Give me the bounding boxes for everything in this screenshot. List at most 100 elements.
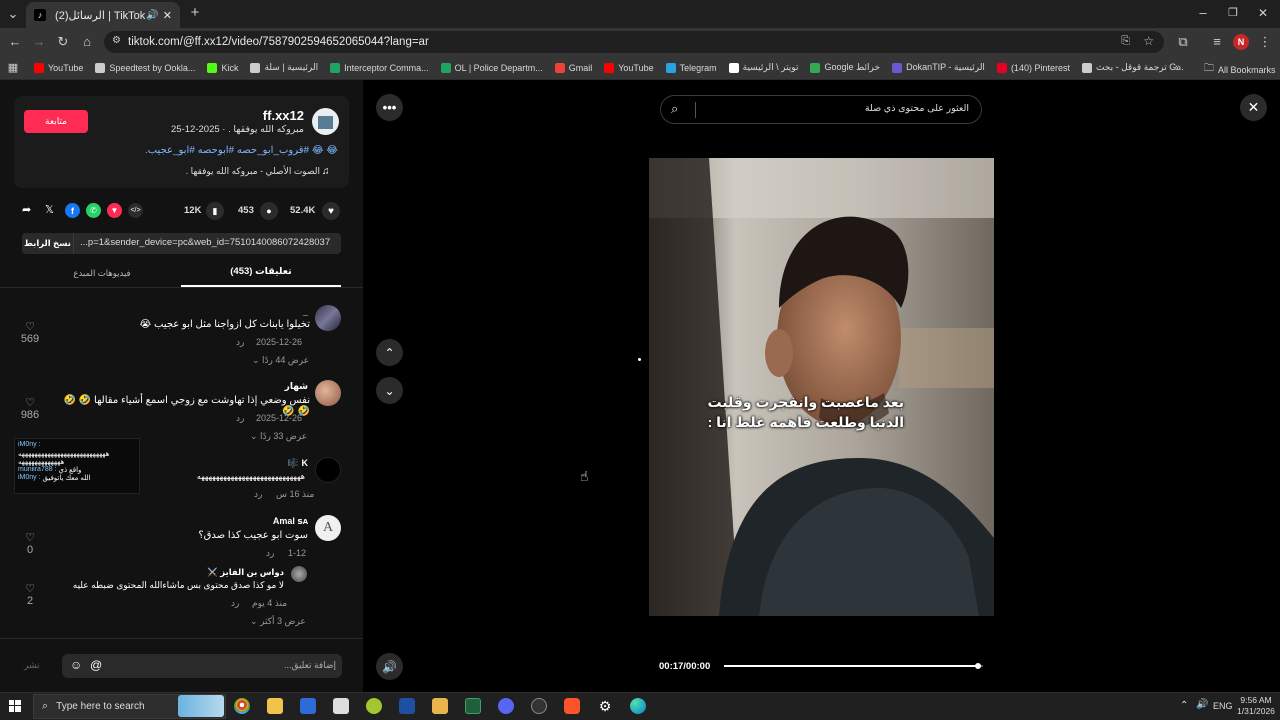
edge-icon[interactable]: [630, 698, 646, 714]
bookmark-item[interactable]: DokanTIP - الرئيسية: [892, 62, 985, 73]
emoji-icon[interactable]: ☺: [70, 658, 82, 672]
post-comment-button[interactable]: نشر: [24, 660, 40, 671]
comment-like[interactable]: ♡ 2: [15, 582, 45, 607]
bookmark-item[interactable]: ترجمة قوقل - بحث G...: [1081, 62, 1184, 73]
post-hashtags[interactable]: 😂 😂 #قروب_ابو_حصه #ابوحصه #ابو_عجيب.: [100, 145, 338, 156]
chrome-taskbar-icon[interactable]: [234, 698, 250, 714]
reply-button[interactable]: رد: [236, 413, 244, 424]
whatsapp-icon[interactable]: ✆: [86, 203, 101, 218]
reply-button[interactable]: رد: [231, 598, 239, 609]
bookmark-item[interactable]: الرئيسية | سلة: [250, 62, 318, 73]
bookmark-item[interactable]: Gmail: [554, 62, 592, 73]
media-control-icon[interactable]: ≡: [1210, 35, 1224, 49]
related-search-input[interactable]: العثور على محتوى ذي صلة: [709, 103, 969, 114]
volume-tray-icon[interactable]: 🔊: [1196, 699, 1208, 710]
next-video-icon[interactable]: ⌄: [376, 377, 403, 404]
bookmark-item[interactable]: (140) Pinterest: [996, 62, 1070, 73]
bookmark-item[interactable]: Interceptor Comma...: [330, 62, 429, 73]
progress-knob[interactable]: [974, 663, 981, 669]
tab-creator-videos[interactable]: فيديوهات المبدع: [22, 268, 182, 279]
commenter-name[interactable]: Amal ꜱᴀ: [220, 516, 308, 527]
share-arrow-icon[interactable]: ➦: [22, 203, 31, 216]
author-avatar[interactable]: [312, 108, 339, 135]
reload-icon[interactable]: ↻: [56, 35, 70, 49]
windows-start-icon[interactable]: [9, 700, 21, 712]
close-video-icon[interactable]: ✕: [1240, 94, 1267, 121]
comment-like[interactable]: ♡ 0: [15, 531, 45, 556]
related-search-box[interactable]: ⌕ العثور على محتوى ذي صلة: [660, 95, 982, 124]
comment-input-box[interactable]: ☺ @ إضافة تعليق...: [62, 654, 342, 678]
commenter-avatar[interactable]: A: [315, 515, 341, 541]
commenter-name[interactable]: شهار: [200, 381, 308, 392]
author-username[interactable]: ff.xx12: [180, 108, 304, 123]
comment-input[interactable]: إضافة تعليق...: [136, 660, 336, 671]
restore-icon[interactable]: ❐: [1226, 6, 1240, 20]
apps-grid-icon[interactable]: ▦: [6, 61, 20, 75]
tab-search-icon[interactable]: ⌄: [6, 7, 20, 21]
minimize-icon[interactable]: –: [1196, 6, 1210, 20]
bookmark-item[interactable]: YouTube: [34, 62, 83, 73]
commenter-name[interactable]: _: [200, 307, 308, 317]
bookmark-icon[interactable]: ▮: [206, 202, 224, 220]
commenter-avatar[interactable]: [291, 566, 307, 582]
home-icon[interactable]: ⌂: [80, 35, 94, 49]
more-options-icon[interactable]: •••: [376, 94, 403, 121]
search-icon[interactable]: ⌕: [671, 101, 678, 117]
discord-icon[interactable]: [498, 698, 514, 714]
volume-icon[interactable]: 🔊: [376, 653, 403, 680]
reply-button[interactable]: رد: [266, 548, 274, 559]
follow-button[interactable]: متابعة: [24, 110, 88, 133]
post-sound[interactable]: الصوت الأصلي - مبروكه الله يوفقها .: [120, 166, 320, 177]
commenter-avatar[interactable]: [315, 305, 341, 331]
zebra-search-highlight-icon[interactable]: [178, 695, 224, 717]
app-blue-icon[interactable]: [399, 698, 415, 714]
comment-like[interactable]: ♡ 986: [15, 396, 45, 421]
bookmark-item[interactable]: OL | Police Departm...: [440, 62, 543, 73]
forward-icon[interactable]: →: [32, 35, 46, 49]
bookmark-star-icon[interactable]: ☆: [1143, 34, 1154, 48]
address-bar[interactable]: ⚙ tiktok.com/@ff.xx12/video/758790259465…: [104, 31, 1164, 53]
copy-link-button[interactable]: نسخ الرابط: [22, 233, 74, 254]
commenter-avatar[interactable]: [315, 457, 341, 483]
install-app-icon[interactable]: ⎘: [1121, 35, 1130, 48]
extensions-icon[interactable]: ⧉: [1176, 35, 1190, 49]
bookmarks-overflow-icon[interactable]: »: [1172, 61, 1184, 75]
store-icon[interactable]: [300, 698, 316, 714]
site-info-icon[interactable]: ⚙: [112, 35, 121, 46]
bookmark-item[interactable]: Telegram: [665, 62, 717, 73]
obs-icon[interactable]: [531, 698, 547, 714]
reply-button[interactable]: رد: [254, 489, 262, 500]
chrome-menu-icon[interactable]: ⋮: [1258, 35, 1272, 49]
video-frame[interactable]: [649, 158, 994, 616]
embed-icon[interactable]: </>: [128, 203, 143, 218]
comment-bubble-icon[interactable]: ●: [260, 202, 278, 220]
commenter-name[interactable]: K 🎼: [230, 458, 308, 469]
settings-gear-icon[interactable]: ⚙: [597, 698, 613, 714]
app-mm-icon[interactable]: [432, 698, 448, 714]
view-more-button[interactable]: ⌄ عرض 3 أكثر: [250, 616, 306, 627]
brave-icon[interactable]: [564, 698, 580, 714]
app-ball-icon[interactable]: [366, 698, 382, 714]
bookmark-item[interactable]: Speedtest by Ookla...: [95, 62, 195, 73]
bookmark-item[interactable]: تويتر \ الرئيسية: [728, 62, 798, 73]
bookmark-item[interactable]: Kick: [207, 62, 238, 73]
bookmark-item[interactable]: Google خرائط: [810, 62, 880, 73]
mail-icon[interactable]: [333, 698, 349, 714]
tray-overflow-icon[interactable]: ⌃: [1180, 700, 1188, 711]
language-indicator[interactable]: ENG: [1213, 701, 1233, 711]
browser-tab[interactable]: ♪ (2)الرسائل | TikTok 🔊 ✕: [26, 2, 180, 28]
bookmark-item[interactable]: YouTube: [604, 62, 654, 73]
comment-like[interactable]: ♡ 569: [15, 320, 45, 345]
tab-close-icon[interactable]: ✕: [163, 9, 172, 22]
commenter-name[interactable]: دواس بن الفايز ⚔️: [160, 567, 284, 578]
mention-icon[interactable]: @: [90, 658, 102, 672]
profile-avatar[interactable]: N: [1233, 34, 1249, 50]
terminal-icon[interactable]: [465, 698, 481, 714]
file-explorer-icon[interactable]: [267, 698, 283, 714]
facebook-icon[interactable]: f: [65, 203, 80, 218]
all-bookmarks[interactable]: 🗀 All Bookmarks: [1204, 61, 1276, 78]
previous-video-icon[interactable]: ⌃: [376, 339, 403, 366]
clock[interactable]: 9:56 AM 1/31/2026: [1236, 695, 1276, 717]
new-tab-icon[interactable]: +: [188, 5, 202, 22]
view-replies-button[interactable]: ⌄ عرض 33 ردًا: [250, 431, 307, 442]
